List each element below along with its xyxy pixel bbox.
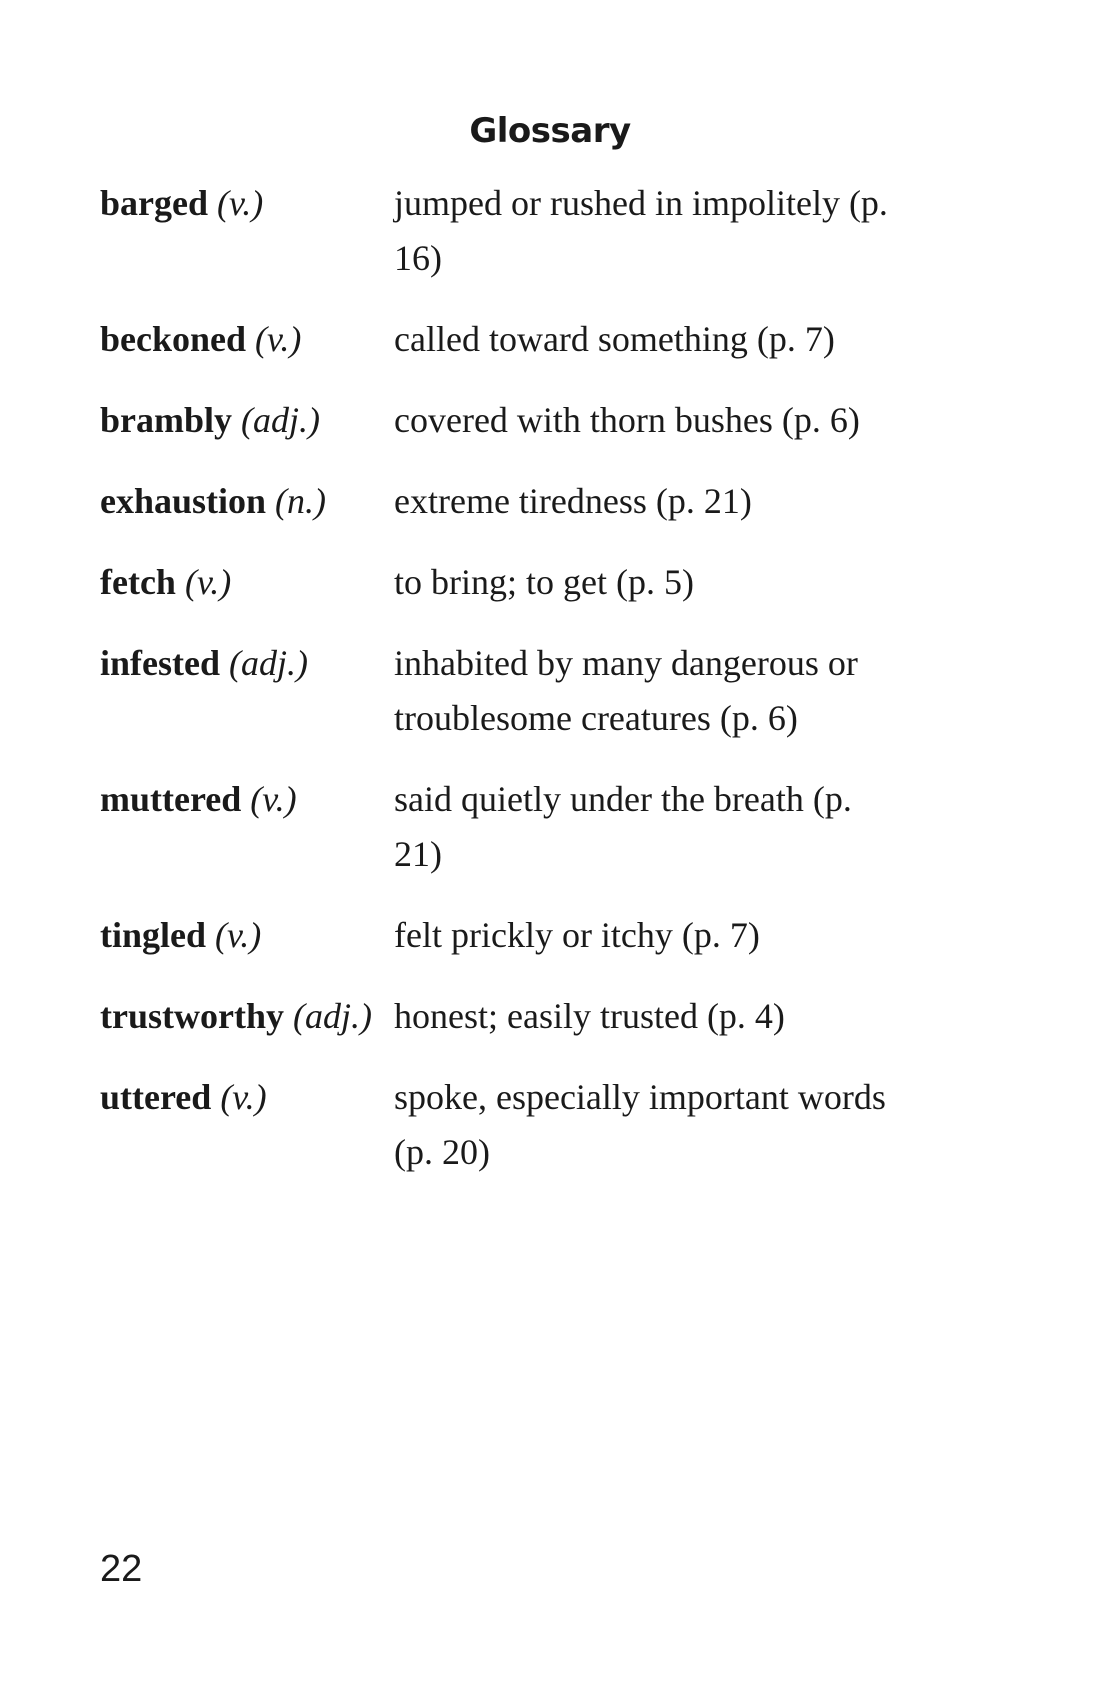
glossary-entry-barged: barged (v.) jumped or rushed in impolite… xyxy=(100,176,960,286)
page-number: 22 xyxy=(100,1548,143,1590)
glossary-entry-exhaustion: exhaustion (n.) extreme tiredness (p. 21… xyxy=(100,474,960,529)
glossary-definition: extreme tiredness (p. 21) xyxy=(394,481,752,521)
term-column: tingled (v.) xyxy=(100,908,394,963)
term-column: brambly (adj.) xyxy=(100,393,394,448)
part-of-speech: (v.) xyxy=(255,319,302,359)
glossary-entry-uttered: uttered (v.) spoke, especially important… xyxy=(100,1070,960,1180)
part-of-speech: (v.) xyxy=(220,1077,267,1117)
glossary-definition: honest; easily trusted (p. 4) xyxy=(394,996,785,1036)
part-of-speech: (v.) xyxy=(250,779,297,819)
glossary-definition: covered with thorn bushes (p. 6) xyxy=(394,400,860,440)
glossary-entry-muttered: muttered (v.) said quietly under the bre… xyxy=(100,772,960,882)
glossary-definition: spoke, especially important words (p. 20… xyxy=(394,1077,886,1172)
glossary-entry-beckoned: beckoned (v.) called toward something (p… xyxy=(100,312,960,367)
glossary-term: trustworthy xyxy=(100,996,284,1036)
glossary-entry-infested: infested (adj.) inhabited by many danger… xyxy=(100,636,960,746)
part-of-speech: (adj.) xyxy=(229,643,308,683)
part-of-speech: (adj.) xyxy=(292,996,372,1036)
glossary-entry-trustworthy: trustworthy (adj.) honest; easily truste… xyxy=(100,989,960,1044)
glossary-term: barged xyxy=(100,183,208,223)
glossary-list: barged (v.) jumped or rushed in impolite… xyxy=(100,176,960,1206)
glossary-term: tingled xyxy=(100,915,207,955)
term-column: muttered (v.) xyxy=(100,772,394,827)
glossary-definition: called toward something (p. 7) xyxy=(394,319,835,359)
term-column: uttered (v.) xyxy=(100,1070,394,1125)
term-column: infested (adj.) xyxy=(100,636,394,691)
glossary-term: uttered xyxy=(100,1077,212,1117)
part-of-speech: (n.) xyxy=(275,481,327,521)
glossary-definition: to bring; to get (p. 5) xyxy=(394,562,694,602)
glossary-entry-tingled: tingled (v.) felt prickly or itchy (p. 7… xyxy=(100,908,960,963)
part-of-speech: (adj.) xyxy=(241,400,320,440)
glossary-definition: jumped or rushed in impolitely (p. 16) xyxy=(394,183,888,278)
term-column: exhaustion (n.) xyxy=(100,474,394,529)
glossary-term: beckoned xyxy=(100,319,247,359)
glossary-term: infested xyxy=(100,643,220,683)
glossary-entry-brambly: brambly (adj.) covered with thorn bushes… xyxy=(100,393,960,448)
part-of-speech: (v.) xyxy=(217,183,264,223)
glossary-term: exhaustion xyxy=(100,481,267,521)
glossary-definition: said quietly under the breath (p. 21) xyxy=(394,779,852,874)
term-column: trustworthy (adj.) xyxy=(100,989,394,1044)
glossary-definition: felt prickly or itchy (p. 7) xyxy=(394,915,760,955)
glossary-term: muttered xyxy=(100,779,242,819)
glossary-entry-fetch: fetch (v.) to bring; to get (p. 5) xyxy=(100,555,960,610)
glossary-definition: inhabited by many dangerous or troubleso… xyxy=(394,643,858,738)
page-title: Glossary xyxy=(469,110,631,151)
glossary-term: fetch xyxy=(100,562,176,602)
term-column: barged (v.) xyxy=(100,176,394,231)
term-column: fetch (v.) xyxy=(100,555,394,610)
glossary-term: brambly xyxy=(100,400,233,440)
part-of-speech: (v.) xyxy=(184,562,232,602)
term-column: beckoned (v.) xyxy=(100,312,394,367)
part-of-speech: (v.) xyxy=(215,915,262,955)
